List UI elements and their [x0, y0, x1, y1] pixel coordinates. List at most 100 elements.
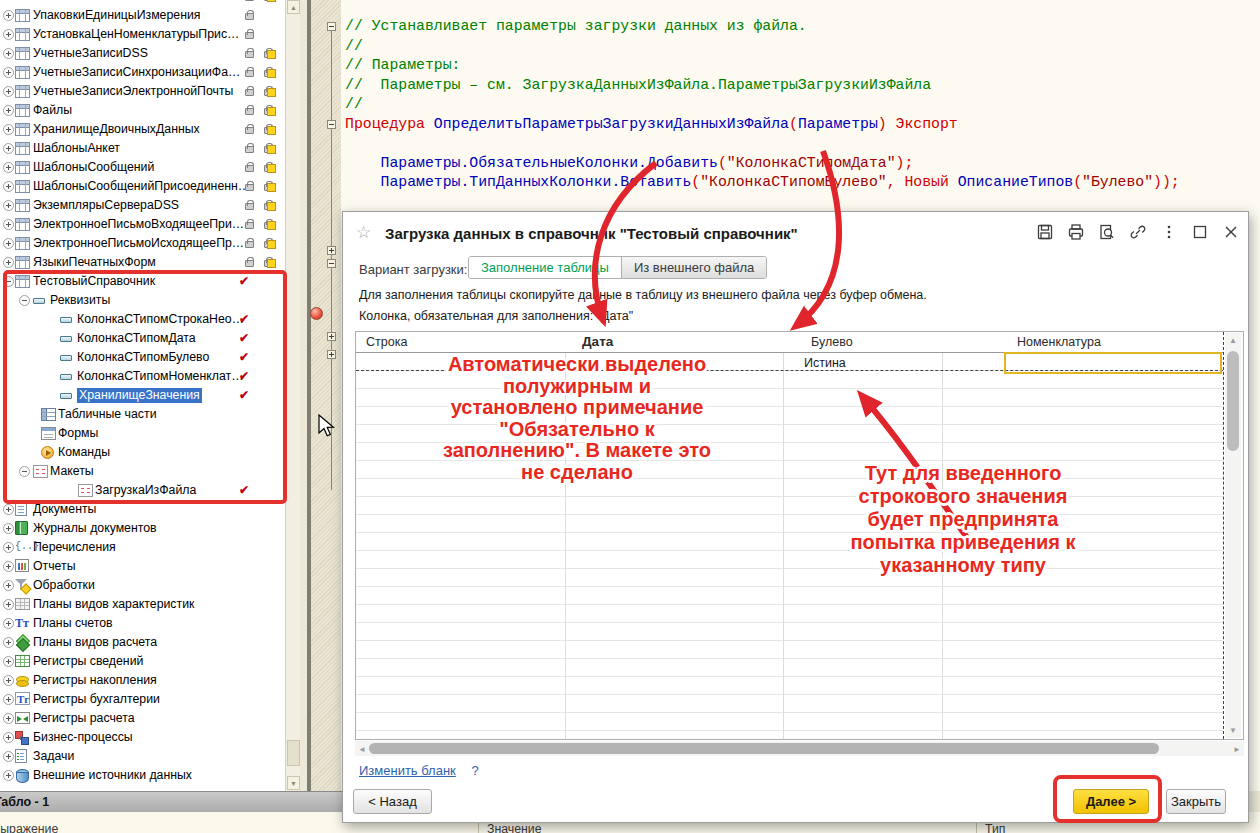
tree-item-label[interactable]: Отчеты	[33, 559, 76, 574]
breakpoint-icon[interactable]	[310, 307, 323, 320]
tab-external-file[interactable]: Из внешнего файла	[622, 257, 766, 278]
close-button[interactable]: Закрыть	[1166, 789, 1226, 814]
tree-item-label[interactable]: ХранилищеЗначения	[77, 388, 202, 403]
tree-item-label[interactable]: Макеты	[50, 464, 94, 479]
tree-item[interactable]: Файлы	[0, 101, 285, 120]
fold-collapse-icon[interactable]	[327, 22, 336, 31]
tree-item-label[interactable]: Регистры сведений	[33, 654, 143, 669]
next-button[interactable]: Далее >	[1073, 789, 1149, 814]
tree-item[interactable]: КолонкаСТипомСтрокаНео…✔	[0, 310, 285, 329]
tree-item-label[interactable]: Планы видов характеристик	[33, 597, 194, 612]
scroll-down-icon[interactable]: ▼	[1225, 726, 1241, 735]
tree-item[interactable]: ШаблоныСообщений	[0, 158, 285, 177]
tree-item-label[interactable]: Планы видов расчета	[33, 635, 157, 650]
close-icon[interactable]	[1222, 223, 1240, 241]
tree-item-label[interactable]: КолонкаСТипомБулево	[77, 350, 209, 365]
help-icon[interactable]: ?	[471, 763, 478, 778]
tree-item-label[interactable]: ЭкземплярыСервераDSS	[33, 198, 179, 213]
tree-item[interactable]: ЗагрузкаИзФайла✔	[0, 481, 285, 500]
tree-item[interactable]: Планы счетов	[0, 614, 285, 633]
expand-icon[interactable]	[3, 200, 14, 211]
tree-item-label[interactable]: Внешние источники данных	[33, 768, 192, 783]
expand-icon[interactable]	[3, 257, 14, 268]
tree-item[interactable]: ХранилищеДвоичныхДанных	[0, 120, 285, 139]
tree-item[interactable]: Обработки	[0, 576, 285, 595]
tree-item-label[interactable]: ШаблоныСообщенийПрисоединенн…	[33, 179, 250, 194]
tree-item-label[interactable]: Перечисления	[33, 540, 116, 555]
tree-item[interactable]: Планы видов расчета	[0, 633, 285, 652]
scroll-right-icon[interactable]: ►	[1233, 745, 1241, 754]
tree-item-label[interactable]: ШаблоныСообщений	[33, 160, 154, 175]
tree-item[interactable]: ТестовыйСправочник✔	[0, 272, 285, 291]
tree-item-label[interactable]: Задачи	[33, 749, 74, 764]
fold-collapse-icon[interactable]	[327, 120, 336, 129]
tree-item-label[interactable]: КолонкаСТипомНоменклат…	[77, 369, 243, 384]
expand-icon[interactable]	[3, 656, 14, 667]
tree-item[interactable]: Регистры расчета	[0, 709, 285, 728]
tree-item-label[interactable]: ЯзыкиПечатныхФорм	[33, 255, 156, 270]
expand-icon[interactable]	[3, 637, 14, 648]
tree-item[interactable]: УчетныеЗаписиЭлектроннойПочты	[0, 82, 285, 101]
tree-scroll-up-icon[interactable]: ▲	[287, 0, 300, 14]
tree-item[interactable]: Внешние источники данных	[0, 766, 285, 785]
expand-icon[interactable]	[3, 219, 14, 230]
expand-icon[interactable]	[3, 10, 14, 21]
tree-item[interactable]: Регистры бухгалтерии	[0, 690, 285, 709]
table-hscrollbar[interactable]: ◄ ►	[355, 741, 1244, 756]
tree-item[interactable]: Журналы документов	[0, 519, 285, 538]
vscrollbar-thumb[interactable]	[1227, 351, 1239, 451]
tree-item[interactable]: УпаковкиЕдиницыИзмерения	[0, 6, 285, 25]
tree-item-label[interactable]: ТестовыйСправочник	[33, 274, 155, 289]
expand-icon[interactable]	[3, 770, 14, 781]
tree-item-label[interactable]: УпаковкиЕдиницыИзмерения	[33, 8, 200, 23]
code-line[interactable]: Параметры.ОбязательныеКолонки.Добавить("…	[345, 154, 913, 174]
collapse-icon[interactable]	[3, 276, 14, 287]
tree-item[interactable]: Бизнес-процессы	[0, 728, 285, 747]
tree-item-label[interactable]: Файлы	[33, 103, 72, 118]
code-line[interactable]: // Параметры:	[345, 56, 460, 76]
tab-fill-table[interactable]: Заполнение таблицы	[469, 257, 622, 278]
expand-icon[interactable]	[3, 694, 14, 705]
collapse-icon[interactable]	[19, 466, 30, 477]
tree-item-label[interactable]: УчетныеЗаписиЭлектроннойПочты	[33, 84, 233, 99]
data-table[interactable]: Строка Дата Булево Номенклатура Истина ▲…	[355, 331, 1244, 740]
tree-item-label[interactable]: ХранилищеДвоичныхДанных	[33, 122, 200, 137]
scroll-left-icon[interactable]: ◄	[358, 745, 366, 754]
tree-item-label[interactable]: Журналы документов	[33, 521, 157, 536]
tree-item-label[interactable]: Команды	[58, 445, 110, 460]
col-header-stroka[interactable]: Строка	[366, 335, 407, 349]
tree-item-label[interactable]: ЭлектронноеПисьмоИсходящееПр…	[33, 236, 244, 251]
tree-item[interactable]: Команды	[0, 443, 285, 462]
tree-item[interactable]: Планы видов характеристик	[0, 595, 285, 614]
tree-item[interactable]: Табличные части	[0, 405, 285, 424]
expand-icon[interactable]	[3, 124, 14, 135]
expand-icon[interactable]	[3, 162, 14, 173]
tree-item[interactable]: ЭлектронноеПисьмоИсходящееПр…	[0, 234, 285, 253]
tree-item-label[interactable]: Обработки	[33, 578, 95, 593]
tree-item[interactable]: УчетныеЗаписиСинхронизацииФа…	[0, 63, 285, 82]
tree-item[interactable]: ЭкземплярыСервераDSS	[0, 196, 285, 215]
tree-item-label[interactable]: УчетныеЗаписиDSS	[33, 46, 148, 61]
tree-item-label[interactable]: ШаблоныАнкет	[33, 141, 120, 156]
expand-icon[interactable]	[3, 618, 14, 629]
fold-expand-icon[interactable]	[327, 350, 336, 359]
tree-item-label[interactable]: ЭлектронноеПисьмоВходящееПри…	[33, 217, 244, 232]
tree-item[interactable]: Задачи	[0, 747, 285, 766]
tree-item[interactable]: ШаблоныСообщенийПрисоединенн…	[0, 177, 285, 196]
col-header-bulevo[interactable]: Булево	[811, 335, 853, 349]
tree-item-label[interactable]: КолонкаСТипомСтрокаНео…	[77, 312, 244, 327]
fold-expand-icon[interactable]	[327, 332, 336, 341]
tree-scrollbar[interactable]: ▲ ▼	[285, 0, 300, 791]
tree-item[interactable]: Перечисления	[0, 538, 285, 557]
expand-icon[interactable]	[3, 561, 14, 572]
tree-item-label[interactable]: Формы	[58, 426, 98, 441]
tree-item[interactable]: УчетныеЗаписиDSS	[0, 44, 285, 63]
tree-item-label[interactable]: Планы счетов	[33, 616, 113, 631]
expand-icon[interactable]	[3, 523, 14, 534]
tree-item[interactable]: Документы	[0, 500, 285, 519]
save-icon[interactable]	[1036, 223, 1054, 241]
expand-icon[interactable]	[3, 751, 14, 762]
tree-item-label[interactable]: ЗагрузкаИзФайла	[95, 483, 196, 498]
expand-icon[interactable]	[3, 599, 14, 610]
code-line[interactable]: //	[345, 37, 363, 57]
